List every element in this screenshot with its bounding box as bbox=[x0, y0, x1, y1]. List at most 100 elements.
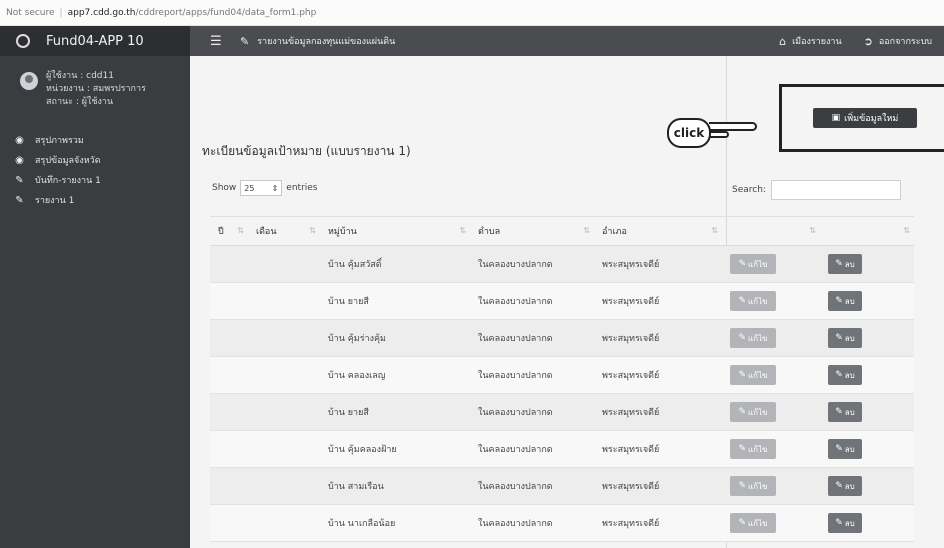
edit-label: แก้ไข bbox=[748, 333, 768, 343]
add-button-label: เพิ่มข้อมูลใหม่ bbox=[844, 114, 899, 124]
delete-button[interactable]: ✎ ลบ bbox=[828, 365, 862, 385]
home-link[interactable]: ⌂ เมืองรายงาน bbox=[779, 34, 842, 48]
edit-icon: ✎ bbox=[835, 407, 843, 417]
click-annotation: click bbox=[667, 118, 757, 148]
column-month[interactable]: เดือน ⇅ bbox=[248, 216, 320, 246]
sort-icon: ⇅ bbox=[309, 226, 316, 235]
edit-button[interactable]: ✎ แก้ไข bbox=[730, 513, 776, 533]
sidebar: Fund04-APP 10 ผู้ใช้งาน : cdd11 หน่วยงาน… bbox=[0, 26, 190, 548]
delete-label: ลบ bbox=[844, 333, 855, 343]
table-row: บ้าน คุ้มคลองฝ้าย ในคลองบางปลากด พระสมุทรเ… bbox=[210, 430, 914, 468]
column-edit[interactable]: ⇅ bbox=[722, 216, 820, 246]
avatar bbox=[20, 72, 38, 90]
edit-icon: ✎ bbox=[738, 444, 747, 454]
edit-button[interactable]: ✎ แก้ไข bbox=[730, 476, 776, 496]
delete-button[interactable]: ✎ ลบ bbox=[828, 328, 862, 348]
edit-icon: ✎ bbox=[835, 444, 843, 454]
sort-icon: ⇅ bbox=[459, 226, 466, 235]
cell-edit: ✎ แก้ไข bbox=[722, 504, 820, 542]
entries-select[interactable]: 25 ⇕ bbox=[240, 180, 283, 196]
delete-button[interactable]: ✎ ลบ bbox=[828, 402, 862, 422]
cell-year bbox=[210, 245, 248, 283]
column-village[interactable]: หมู่บ้าน ⇅ bbox=[320, 216, 470, 246]
cell-delete: ✎ ลบ bbox=[820, 319, 914, 357]
cell-amphoe: พระสมุทรเจดีย์ bbox=[594, 393, 722, 431]
delete-button[interactable]: ✎ ลบ bbox=[828, 254, 862, 274]
table-row: บ้าน คลองเลญ ในคลองบางปลากด พระสมุทรเจดีย์… bbox=[210, 356, 914, 394]
cell-edit: ✎ แก้ไข bbox=[722, 393, 820, 431]
edit-button[interactable]: ✎ แก้ไข bbox=[730, 328, 776, 348]
add-new-data-button[interactable]: ▣ เพิ่มข้อมูลใหม่ bbox=[813, 108, 917, 128]
edit-button[interactable]: ✎ แก้ไข bbox=[730, 291, 776, 311]
edit-icon: ✎ bbox=[738, 370, 747, 380]
cell-tambon: ในคลองบางปลากด bbox=[470, 282, 594, 320]
edit-icon: ✎ bbox=[15, 174, 24, 186]
pointing-finger-icon bbox=[709, 122, 757, 131]
sidebar-item-province-summary[interactable]: ◉ สรุปข้อมูลจังหวัด bbox=[0, 150, 190, 170]
delete-label: ลบ bbox=[844, 407, 855, 417]
column-amphoe[interactable]: อำเภอ ⇅ bbox=[594, 216, 722, 246]
cell-edit: ✎ แก้ไข bbox=[722, 245, 820, 283]
delete-label: ลบ bbox=[844, 518, 855, 528]
page-title: ทะเบียนข้อมูลเป้าหมาย (แบบรายงาน 1) bbox=[202, 144, 411, 158]
edit-icon: ✎ bbox=[835, 370, 843, 380]
column-delete[interactable]: ⇅ bbox=[820, 216, 914, 246]
cell-amphoe: พระสมุทรเจดีย์ bbox=[594, 282, 722, 320]
edit-button[interactable]: ✎ แก้ไข bbox=[730, 254, 776, 274]
url-path: /cddreport/apps/fund04/data_form1.php bbox=[135, 7, 317, 18]
delete-button[interactable]: ✎ ลบ bbox=[828, 513, 862, 533]
user-status: สถานะ : ผู้ใช้งาน bbox=[46, 97, 114, 107]
cell-delete: ✎ ลบ bbox=[820, 245, 914, 283]
sort-icon: ⇅ bbox=[809, 226, 816, 235]
edit-button[interactable]: ✎ แก้ไข bbox=[730, 365, 776, 385]
cell-year bbox=[210, 356, 248, 394]
edit-label: แก้ไข bbox=[748, 481, 768, 491]
entries-label: entries bbox=[286, 183, 318, 193]
search-control: Search: bbox=[732, 180, 901, 200]
delete-label: ลบ bbox=[844, 444, 855, 454]
edit-icon: ✎ bbox=[738, 296, 747, 306]
user-panel: ผู้ใช้งาน : cdd11 หน่วยงาน : สมพรปราการ … bbox=[0, 56, 190, 120]
search-input[interactable] bbox=[770, 180, 901, 200]
cell-delete: ✎ ลบ bbox=[820, 430, 914, 468]
cell-village: บ้าน ยายสี bbox=[320, 282, 470, 320]
edit-icon: ✎ bbox=[738, 333, 747, 343]
cell-edit: ✎ แก้ไข bbox=[722, 356, 820, 394]
column-tambon[interactable]: ตำบล ⇅ bbox=[470, 216, 594, 246]
cell-year bbox=[210, 504, 248, 542]
url-host: app7.cdd.go.th bbox=[67, 7, 136, 18]
sidebar-item-label: บันทึก-รายงาน 1 bbox=[35, 176, 101, 186]
select-arrows-icon: ⇕ bbox=[271, 183, 279, 193]
cell-delete: ✎ ลบ bbox=[820, 356, 914, 394]
edit-icon: ✎ bbox=[738, 407, 747, 417]
edit-button[interactable]: ✎ แก้ไข bbox=[730, 439, 776, 459]
entries-length-control: Show 25 ⇕ entries bbox=[212, 180, 318, 196]
show-label: Show bbox=[212, 183, 237, 193]
sidebar-item-overview[interactable]: ◉ สรุปภาพรวม bbox=[0, 130, 190, 150]
address-separator: | bbox=[59, 7, 63, 18]
delete-button[interactable]: ✎ ลบ bbox=[828, 476, 862, 496]
search-label: Search: bbox=[732, 185, 766, 195]
delete-button[interactable]: ✎ ลบ bbox=[828, 291, 862, 311]
sidebar-item-record-report[interactable]: ✎ บันทึก-รายงาน 1 bbox=[0, 170, 190, 190]
column-year[interactable]: ปี ⇅ bbox=[210, 216, 248, 246]
menu-toggle-icon[interactable]: ☰ bbox=[210, 34, 224, 49]
edit-icon: ✎ bbox=[738, 481, 747, 491]
address-bar[interactable]: Not secure | app7.cdd.go.th /cddreport/a… bbox=[0, 0, 944, 26]
delete-button[interactable]: ✎ ลบ bbox=[828, 439, 862, 459]
app-brand[interactable]: Fund04-APP 10 bbox=[0, 26, 190, 56]
edit-label: แก้ไข bbox=[748, 444, 768, 454]
header-actions: ⌂ เมืองรายงาน ➲ ออกจากระบบ bbox=[757, 34, 944, 48]
cell-month bbox=[248, 467, 320, 505]
cell-month bbox=[248, 504, 320, 542]
sidebar-item-report[interactable]: ✎ รายงาน 1 bbox=[0, 190, 190, 210]
logout-link[interactable]: ➲ ออกจากระบบ bbox=[864, 34, 932, 48]
cell-month bbox=[248, 245, 320, 283]
delete-label: ลบ bbox=[844, 370, 855, 380]
cell-year bbox=[210, 282, 248, 320]
table-row: บ้าน คุ้มสวัสดิ์ ในคลองบางปลากด พระสมุทรเจ… bbox=[210, 245, 914, 283]
cell-village: บ้าน สามเรือน bbox=[320, 467, 470, 505]
cell-tambon: ในคลองบางปลากด bbox=[470, 467, 594, 505]
edit-button[interactable]: ✎ แก้ไข bbox=[730, 402, 776, 422]
edit-icon: ✎ bbox=[738, 259, 747, 269]
